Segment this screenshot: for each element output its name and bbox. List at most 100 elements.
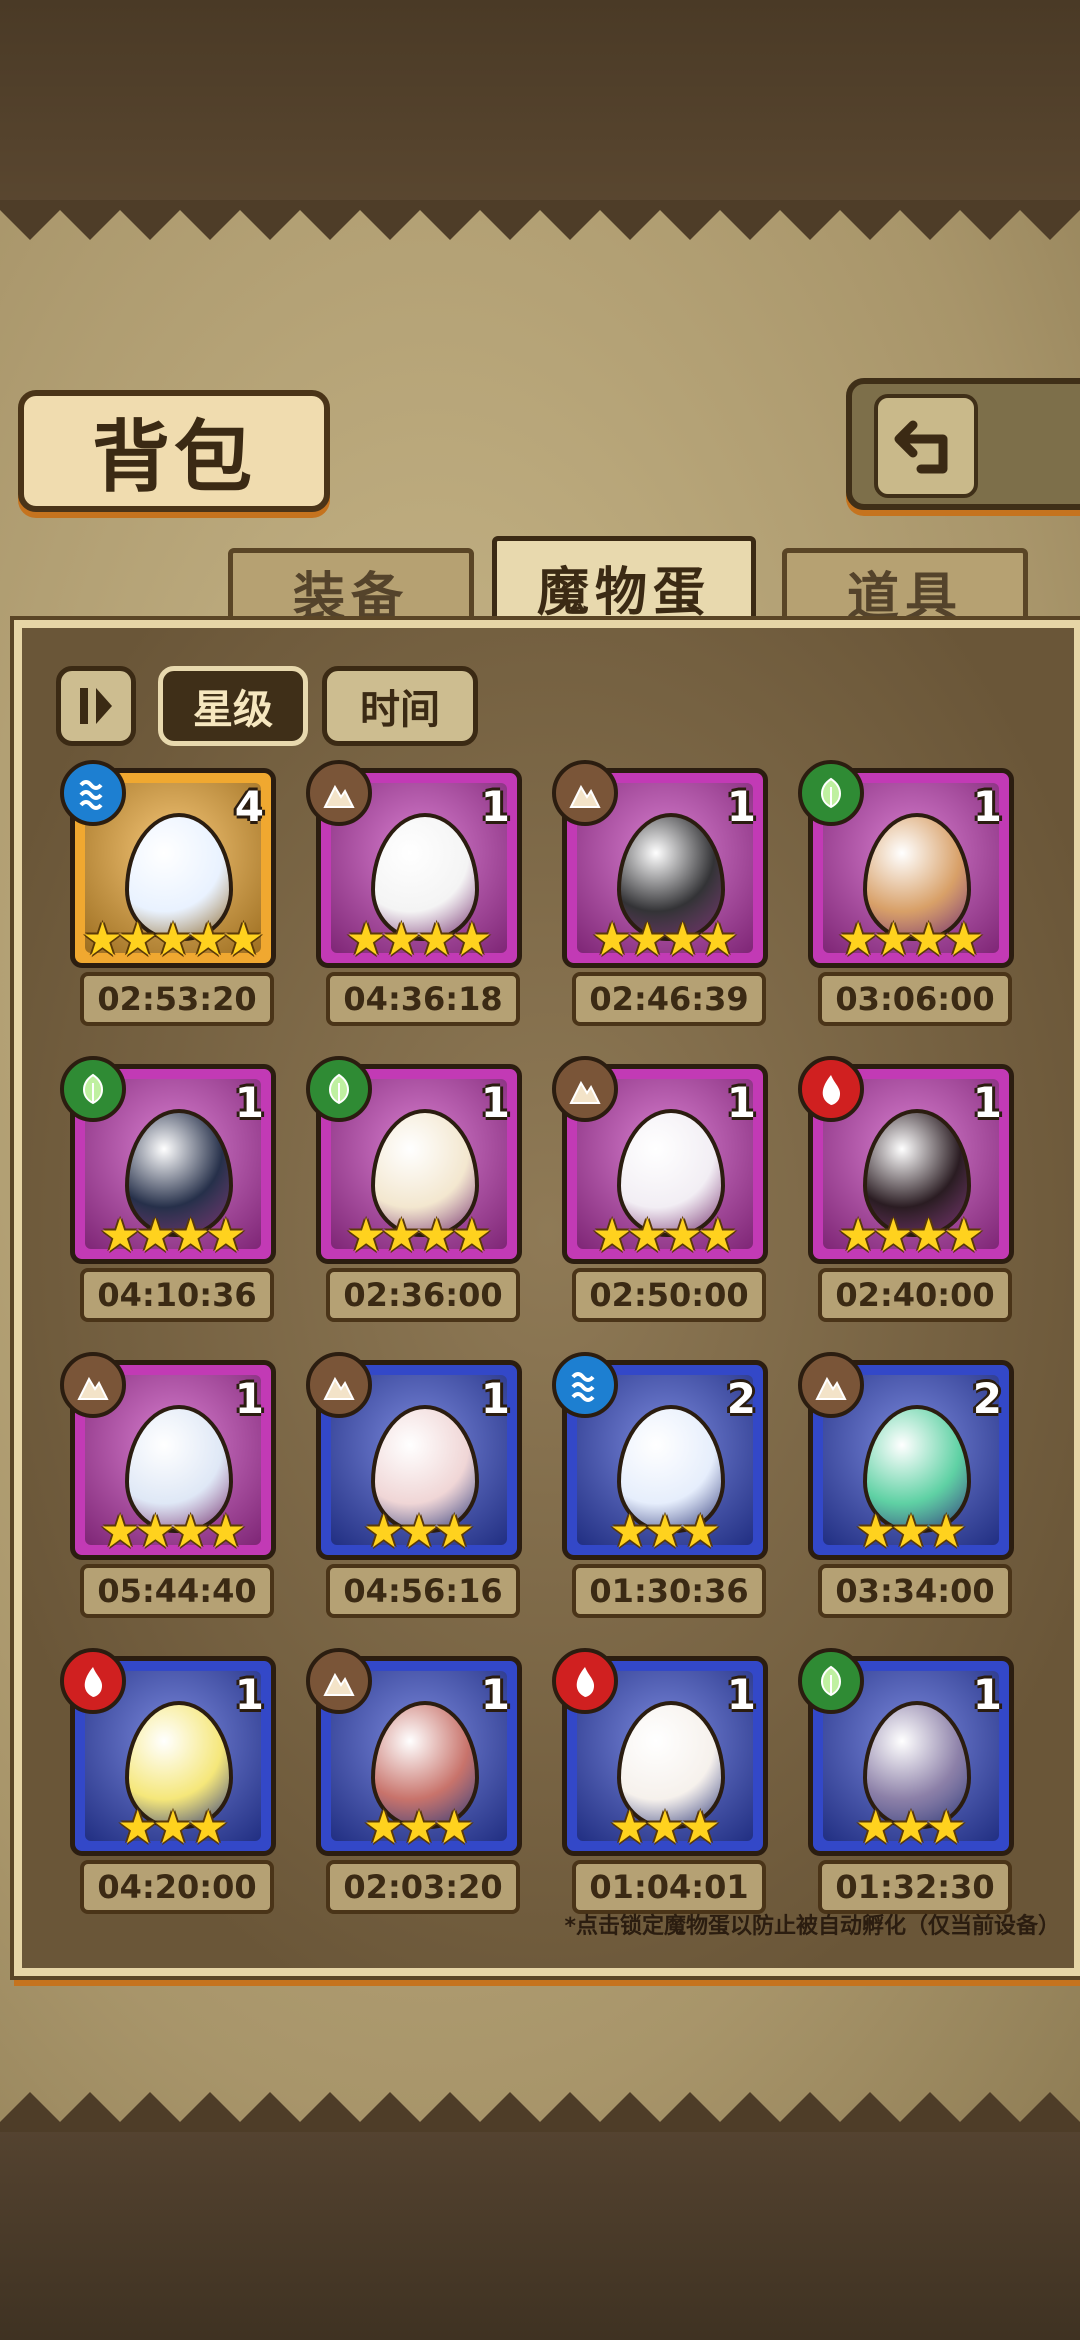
egg-star-rating: ★★★★	[316, 1212, 522, 1258]
egg-card[interactable]: 1 ★★★★ 02:36:00	[306, 1056, 522, 1322]
earth-element-icon	[306, 1648, 372, 1714]
back-button[interactable]	[846, 378, 1080, 510]
nature-element-icon	[60, 1056, 126, 1122]
egg-count: 1	[480, 1670, 510, 1719]
egg-star-rating: ★★★★	[316, 916, 522, 962]
egg-hatch-timer: 02:03:20	[326, 1860, 520, 1914]
sort-by-time-label: 时间	[360, 687, 440, 733]
egg-hatch-timer: 03:06:00	[818, 972, 1012, 1026]
egg-star-rating: ★★★	[316, 1804, 522, 1850]
egg-star-rating: ★★★	[562, 1804, 768, 1850]
egg-card[interactable]: 1 ★★★ 01:32:30	[798, 1648, 1014, 1914]
egg-card[interactable]: 1 ★★★★ 03:06:00	[798, 760, 1014, 1026]
bottom-zigzag-edge	[0, 2092, 1080, 2132]
egg-card[interactable]: 1 ★★★★ 02:46:39	[552, 760, 768, 1026]
egg-hatch-timer: 02:53:20	[80, 972, 274, 1026]
egg-count: 1	[972, 1078, 1002, 1127]
egg-count: 1	[234, 1374, 264, 1423]
egg-card[interactable]: 1 ★★★★ 05:44:40	[60, 1352, 276, 1618]
earth-element-icon	[60, 1352, 126, 1418]
egg-star-rating: ★★★	[562, 1508, 768, 1554]
egg-count: 2	[726, 1374, 756, 1423]
tab-bar: 装备 魔物蛋 道具	[18, 536, 1062, 638]
star-icon: ★	[679, 1800, 721, 1854]
nature-element-icon	[798, 760, 864, 826]
top-background	[0, 0, 1080, 210]
star-icon: ★	[433, 1800, 475, 1854]
water-element-icon	[60, 760, 126, 826]
egg-card[interactable]: 1 ★★★ 02:03:20	[306, 1648, 522, 1914]
star-icon: ★	[451, 912, 493, 966]
egg-star-rating: ★★★★★	[70, 916, 276, 962]
egg-hatch-timer: 02:36:00	[326, 1268, 520, 1322]
egg-hatch-timer: 04:20:00	[80, 1860, 274, 1914]
egg-card[interactable]: 2 ★★★ 03:34:00	[798, 1352, 1014, 1618]
star-icon: ★	[943, 912, 985, 966]
egg-panel: 星级 时间 4 ★★★★★ 02:53:20 1 ★★★★ 04:36:18 1 ★★★★ 02…	[14, 620, 1080, 1976]
egg-star-rating: ★★★★	[562, 916, 768, 962]
star-icon: ★	[222, 912, 265, 966]
egg-card[interactable]: 1 ★★★★ 04:10:36	[60, 1056, 276, 1322]
fire-element-icon	[798, 1056, 864, 1122]
egg-count: 4	[234, 782, 264, 831]
fire-element-icon	[552, 1648, 618, 1714]
star-icon: ★	[943, 1208, 985, 1262]
star-icon: ★	[205, 1208, 247, 1262]
egg-count: 1	[726, 782, 756, 831]
egg-star-rating: ★★★★	[562, 1212, 768, 1258]
star-icon: ★	[187, 1800, 229, 1854]
egg-count: 1	[480, 1078, 510, 1127]
egg-count: 1	[480, 1374, 510, 1423]
egg-card[interactable]: 1 ★★★★ 02:40:00	[798, 1056, 1014, 1322]
egg-star-rating: ★★★	[808, 1804, 1014, 1850]
egg-hatch-timer: 04:36:18	[326, 972, 520, 1026]
tab-items-label: 道具	[846, 566, 963, 628]
sort-by-star-label: 星级	[193, 687, 273, 733]
star-icon: ★	[679, 1504, 721, 1558]
egg-card[interactable]: 1 ★★★★ 02:50:00	[552, 1056, 768, 1322]
egg-hatch-timer: 01:04:01	[572, 1860, 766, 1914]
earth-element-icon	[798, 1352, 864, 1418]
tab-equipment-label: 装备	[292, 566, 409, 628]
egg-count: 1	[234, 1670, 264, 1719]
fire-element-icon	[60, 1648, 126, 1714]
egg-star-rating: ★★★★	[808, 1212, 1014, 1258]
egg-hatch-timer: 02:46:39	[572, 972, 766, 1026]
egg-hatch-timer: 03:34:00	[818, 1564, 1012, 1618]
egg-card[interactable]: 1 ★★★★ 04:36:18	[306, 760, 522, 1026]
tab-monster-eggs-label: 魔物蛋	[536, 561, 711, 623]
star-icon: ★	[697, 1208, 739, 1262]
egg-count: 1	[972, 1670, 1002, 1719]
star-icon: ★	[451, 1208, 493, 1262]
egg-star-rating: ★★★★	[70, 1212, 276, 1258]
sort-by-star-button[interactable]: 星级	[158, 666, 308, 746]
star-icon: ★	[925, 1800, 967, 1854]
egg-count: 1	[480, 782, 510, 831]
egg-hatch-timer: 02:40:00	[818, 1268, 1012, 1322]
egg-count: 1	[234, 1078, 264, 1127]
sort-by-time-button[interactable]: 时间	[322, 666, 478, 746]
page-title: 背包	[91, 412, 256, 503]
egg-hatch-timer: 02:50:00	[572, 1268, 766, 1322]
egg-star-rating: ★★★	[70, 1804, 276, 1850]
star-icon: ★	[697, 912, 739, 966]
sort-toggle-button[interactable]	[56, 666, 136, 746]
egg-hatch-timer: 04:10:36	[80, 1268, 274, 1322]
title-plate: 背包	[18, 390, 330, 512]
lock-hint-footnote: *点击锁定魔物蛋以防止被自动孵化（仅当前设备）	[564, 1914, 1060, 1939]
egg-card[interactable]: 1 ★★★ 04:20:00	[60, 1648, 276, 1914]
water-element-icon	[552, 1352, 618, 1418]
egg-card[interactable]: 4 ★★★★★ 02:53:20	[60, 760, 276, 1026]
egg-card[interactable]: 2 ★★★ 01:30:36	[552, 1352, 768, 1618]
egg-star-rating: ★★★★	[808, 916, 1014, 962]
earth-element-icon	[306, 1352, 372, 1418]
egg-card[interactable]: 1 ★★★ 04:56:16	[306, 1352, 522, 1618]
egg-hatch-timer: 05:44:40	[80, 1564, 274, 1618]
star-icon: ★	[205, 1504, 247, 1558]
star-icon: ★	[433, 1504, 475, 1558]
back-arrow-icon	[874, 394, 978, 498]
egg-card[interactable]: 1 ★★★ 01:04:01	[552, 1648, 768, 1914]
egg-count: 1	[972, 782, 1002, 831]
sort-toggle-icon	[80, 688, 112, 724]
egg-count: 1	[726, 1670, 756, 1719]
